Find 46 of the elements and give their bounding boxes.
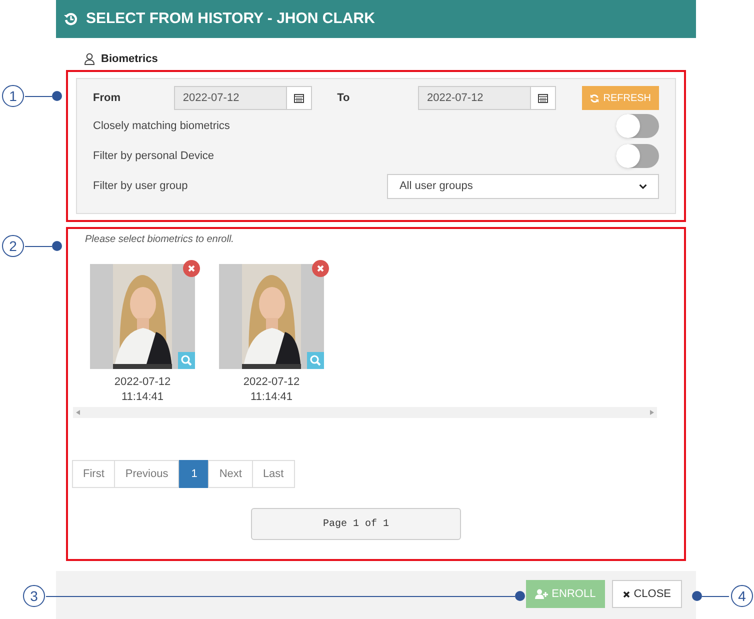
leader-line xyxy=(25,91,62,101)
capture-time: 11:14:41 xyxy=(250,390,292,405)
callout-number: 1 xyxy=(2,85,24,107)
toggle-switch[interactable] xyxy=(616,114,659,138)
add-user-icon xyxy=(534,589,548,599)
zoom-in-icon[interactable] xyxy=(178,352,195,369)
calendar-icon xyxy=(294,93,304,103)
close-button[interactable]: CLOSE xyxy=(612,580,682,608)
scroll-left-icon xyxy=(76,410,80,415)
dialog-title: SELECT FROM HISTORY - JHON CLARK xyxy=(86,8,375,29)
page-link[interactable]: Next xyxy=(208,460,253,488)
horizontal-scrollbar[interactable] xyxy=(73,407,657,418)
callout-number: 3 xyxy=(23,585,45,607)
callout-number: 2 xyxy=(2,235,24,257)
to-date-field[interactable]: 2022-07-12 xyxy=(418,86,556,110)
filter-label: Closely matching biometrics xyxy=(93,118,230,134)
leader-line xyxy=(25,241,62,251)
capture-date: 2022-07-12 xyxy=(243,375,300,390)
instruction-text: Please select biometrics to enroll. xyxy=(84,233,235,247)
from-label: From xyxy=(93,90,122,106)
page-indicator: Page 1 of 1 xyxy=(251,508,461,540)
chevron-down-icon xyxy=(639,184,647,188)
page-link[interactable]: Last xyxy=(252,460,295,488)
leader-line xyxy=(692,591,729,601)
zoom-in-icon[interactable] xyxy=(307,352,324,369)
capture-date: 2022-07-12 xyxy=(114,375,171,390)
remove-icon[interactable] xyxy=(183,260,200,277)
close-icon xyxy=(622,590,630,598)
filter-label: Filter by personal Device xyxy=(93,148,214,164)
page-link[interactable]: 1 xyxy=(179,460,210,488)
to-label: To xyxy=(337,90,351,106)
filter-label: Filter by user group xyxy=(93,178,189,194)
capture-time: 11:14:41 xyxy=(121,390,164,405)
user-icon xyxy=(84,53,95,65)
page-link[interactable]: Previous xyxy=(114,460,180,488)
remove-icon[interactable] xyxy=(312,260,329,277)
from-date-field[interactable]: 2022-07-12 xyxy=(174,86,312,110)
user-group-select[interactable]: All user groups xyxy=(387,174,659,198)
refresh-icon xyxy=(590,94,600,102)
toggle-switch[interactable] xyxy=(616,144,659,168)
history-icon xyxy=(64,12,78,26)
section-title: Biometrics xyxy=(101,52,158,67)
page-link[interactable]: First xyxy=(72,460,116,488)
calendar-icon xyxy=(538,93,548,103)
scroll-right-icon xyxy=(650,410,654,415)
callout-number: 4 xyxy=(731,585,753,607)
